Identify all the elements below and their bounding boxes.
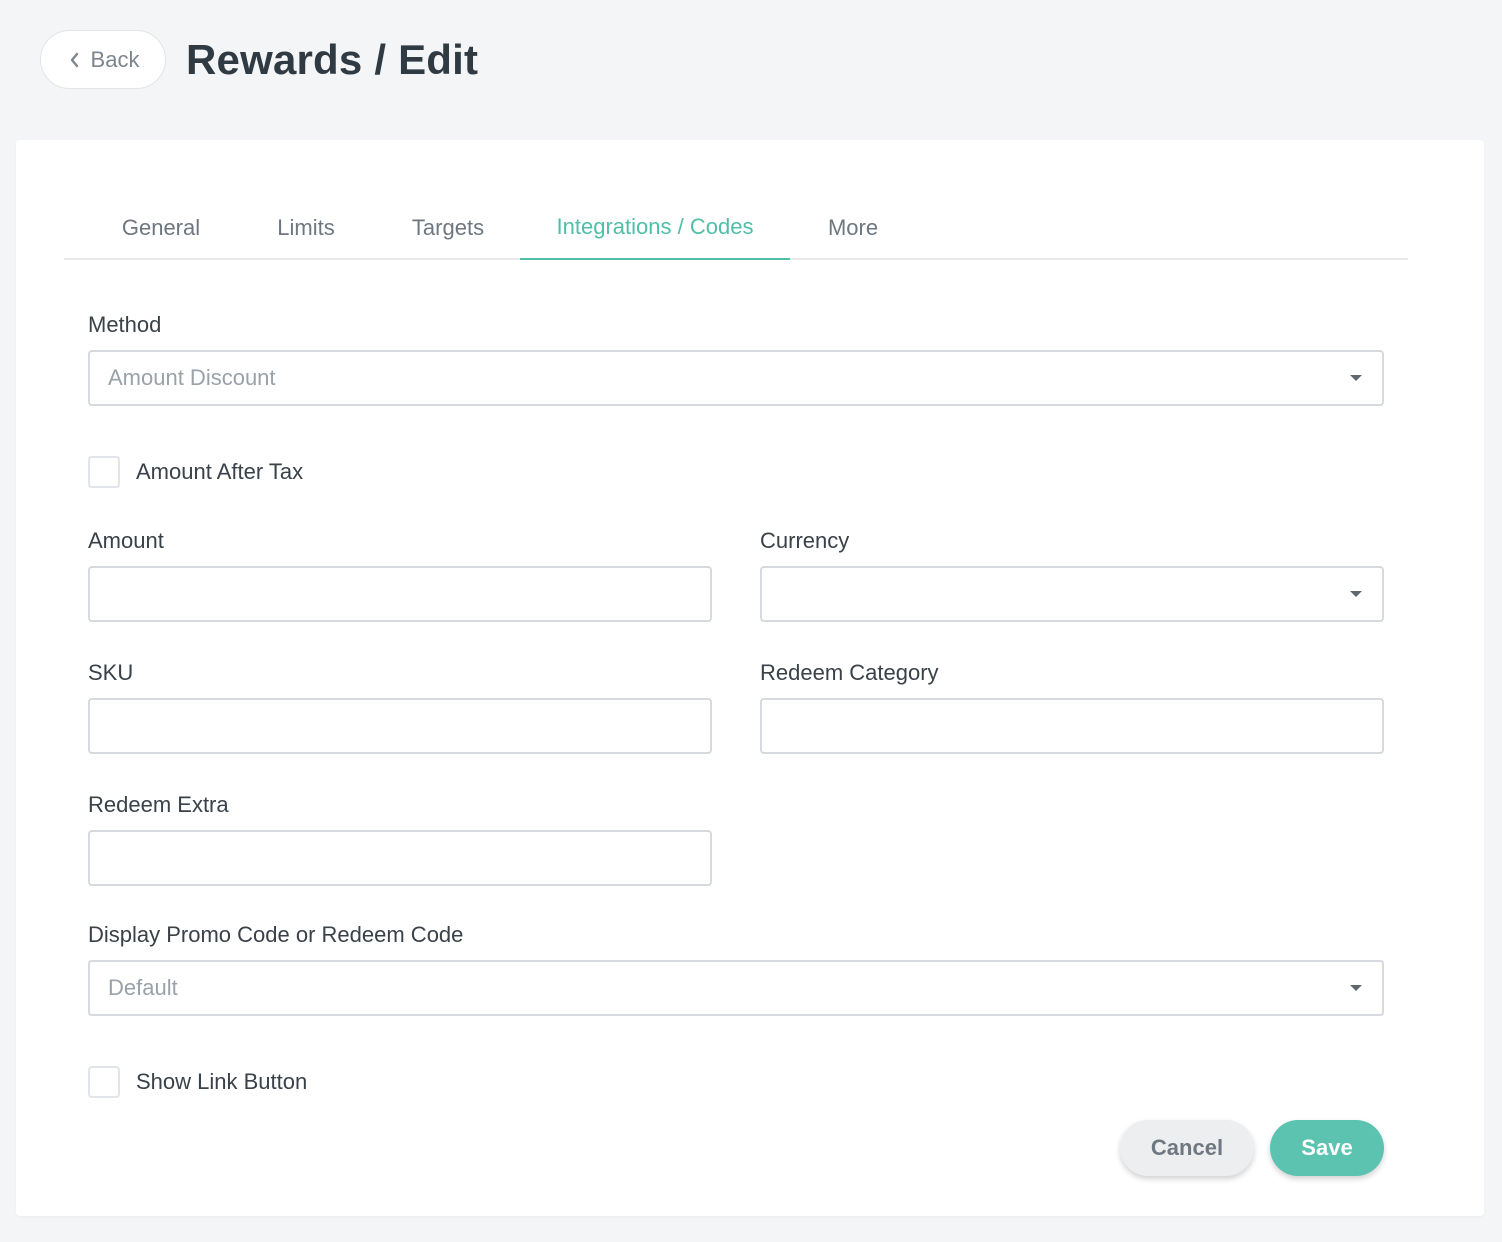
redeem-category-input[interactable] — [760, 698, 1384, 754]
cancel-button[interactable]: Cancel — [1120, 1120, 1254, 1176]
method-label: Method — [88, 312, 162, 337]
method-select[interactable]: Amount Discount — [88, 350, 1384, 406]
tab-more[interactable]: More — [790, 196, 916, 260]
caret-down-icon — [1350, 375, 1362, 381]
tab-integrations-codes[interactable]: Integrations / Codes — [520, 196, 790, 260]
back-button-label: Back — [90, 46, 140, 72]
tab-limits[interactable]: Limits — [236, 196, 376, 260]
chevron-left-icon — [67, 52, 83, 68]
caret-down-icon — [1350, 985, 1362, 991]
display-code-select-value: Default — [108, 975, 178, 1000]
currency-label: Currency — [760, 528, 850, 553]
currency-select[interactable] — [760, 566, 1384, 622]
edit-card: General Limits Targets Integrations / Co… — [16, 140, 1484, 1216]
redeem-category-label: Redeem Category — [760, 660, 939, 685]
show-link-button-label: Show Link Button — [136, 1069, 308, 1094]
page-title: Rewards / Edit — [186, 35, 479, 83]
save-button[interactable]: Save — [1270, 1120, 1384, 1176]
page-header: Back Rewards / Edit — [40, 30, 478, 89]
show-link-button-checkbox[interactable] — [88, 1066, 120, 1098]
amount-input[interactable] — [88, 566, 712, 622]
show-link-button-row: Show Link Button — [88, 1066, 307, 1098]
redeem-extra-label: Redeem Extra — [88, 792, 229, 817]
tab-targets[interactable]: Targets — [376, 196, 520, 260]
display-code-select[interactable]: Default — [88, 960, 1384, 1016]
amount-after-tax-row: Amount After Tax — [88, 456, 303, 488]
caret-down-icon — [1350, 591, 1362, 597]
redeem-extra-input[interactable] — [88, 830, 712, 886]
amount-after-tax-checkbox[interactable] — [88, 456, 120, 488]
display-code-label: Display Promo Code or Redeem Code — [88, 922, 464, 947]
amount-after-tax-label: Amount After Tax — [136, 459, 304, 484]
sku-label: SKU — [88, 660, 134, 685]
method-select-value: Amount Discount — [108, 365, 276, 390]
back-button[interactable]: Back — [40, 30, 166, 89]
tab-general[interactable]: General — [64, 196, 236, 260]
sku-input[interactable] — [88, 698, 712, 754]
tab-bar: General Limits Targets Integrations / Co… — [64, 196, 1408, 260]
amount-label: Amount — [88, 528, 164, 553]
